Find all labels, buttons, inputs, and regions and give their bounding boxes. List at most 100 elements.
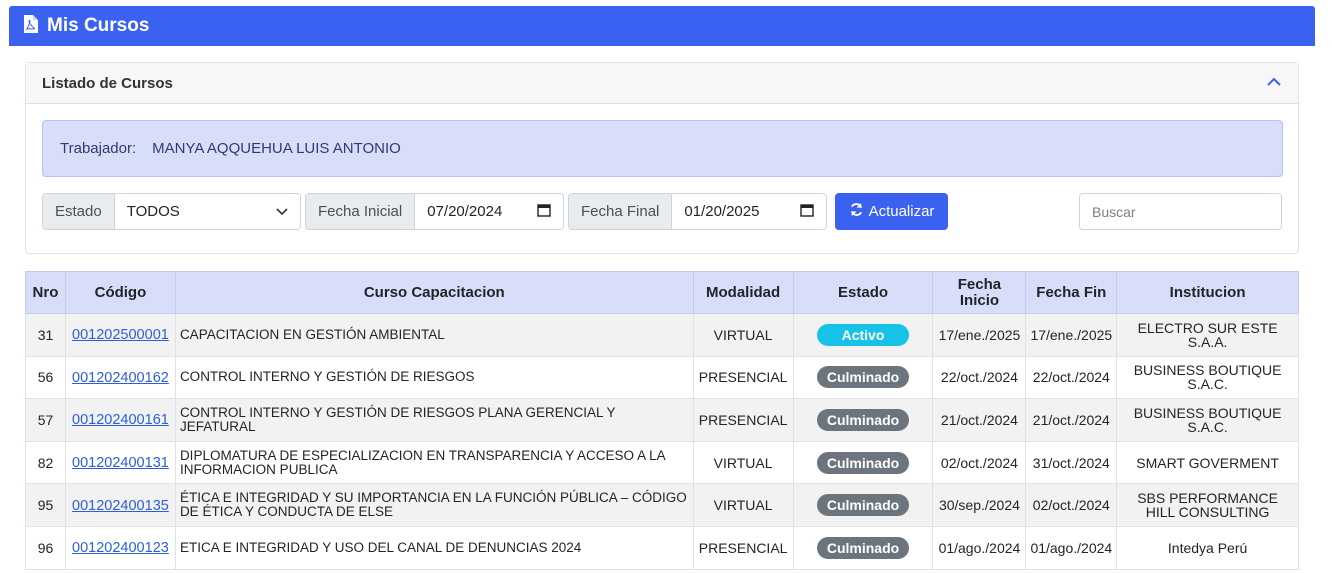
search-input[interactable] bbox=[1080, 194, 1281, 229]
estado-label: Estado bbox=[43, 194, 115, 229]
course-code-link[interactable]: 001202500001 bbox=[72, 327, 169, 343]
col-header-modalidad[interactable]: Modalidad bbox=[692, 271, 794, 314]
status-badge: Activo bbox=[817, 323, 910, 346]
courses-table: Nro Código Curso Capacitacion Modalidad … bbox=[25, 271, 1299, 570]
cell-modalidad: VIRTUAL bbox=[692, 440, 794, 485]
cell-nro: 57 bbox=[25, 398, 66, 442]
course-code-link[interactable]: 001202400162 bbox=[72, 370, 169, 386]
cell-nro: 95 bbox=[25, 483, 66, 527]
cell-fecha-inicio: 22/oct./2024 bbox=[932, 355, 1027, 400]
chevron-up-icon[interactable] bbox=[1266, 74, 1282, 92]
calendar-icon[interactable] bbox=[537, 203, 551, 221]
refresh-label: Actualizar bbox=[868, 203, 935, 220]
table-header-row: Nro Código Curso Capacitacion Modalidad … bbox=[25, 271, 1299, 314]
cell-estado: Culminado bbox=[792, 440, 934, 485]
refresh-icon bbox=[849, 202, 864, 221]
table-row: 57 001202400161 CONTROL INTERNO Y GESTIÓN … bbox=[25, 398, 1299, 442]
cell-institucion: BUSINESS BOUTIQUE S.A.C. bbox=[1116, 398, 1299, 442]
course-code-link[interactable]: 001202400131 bbox=[72, 455, 169, 471]
table-row: 82 001202400131 DIPLOMATURA DE ESPECIALIZA… bbox=[25, 440, 1299, 485]
cell-institucion: ELECTRO SUR ESTE S.A.A. bbox=[1116, 313, 1299, 357]
cell-estado: Culminado bbox=[792, 483, 934, 527]
fecha-final-input[interactable]: 01/20/2025 bbox=[672, 194, 826, 229]
cell-fecha-fin: 01/ago./2024 bbox=[1025, 525, 1118, 570]
search-group bbox=[1079, 193, 1282, 230]
page-title: Mis Cursos bbox=[47, 15, 150, 36]
fecha-final-value: 01/20/2025 bbox=[684, 203, 760, 220]
card-header: Listado de Cursos bbox=[26, 63, 1298, 104]
status-badge: Culminado bbox=[816, 408, 910, 431]
cell-institucion: BUSINESS BOUTIQUE S.A.C. bbox=[1116, 355, 1299, 400]
estado-select[interactable]: TODOS bbox=[114, 194, 300, 229]
cell-nro: 96 bbox=[25, 525, 66, 570]
cell-codigo: 001202400123 bbox=[64, 525, 176, 570]
cell-curso: ETICA E INTEGRIDAD Y USO DEL CANAL DE DE… bbox=[174, 525, 694, 570]
worker-label: Trabajador: bbox=[60, 140, 137, 157]
col-header-fecha-fin[interactable]: Fecha Fin bbox=[1025, 271, 1118, 314]
col-header-curso[interactable]: Curso Capacitacion bbox=[174, 271, 694, 314]
cell-fecha-fin: 31/oct./2024 bbox=[1025, 440, 1118, 485]
cell-fecha-inicio: 30/sep./2024 bbox=[932, 483, 1027, 527]
calendar-icon[interactable] bbox=[800, 203, 814, 221]
cell-nro: 56 bbox=[25, 355, 66, 400]
pdf-file-icon bbox=[23, 14, 39, 39]
col-header-codigo[interactable]: Código bbox=[64, 271, 176, 314]
course-code-link[interactable]: 001202400135 bbox=[72, 498, 169, 514]
cell-institucion: Intedya Perú bbox=[1116, 525, 1299, 570]
cell-modalidad: VIRTUAL bbox=[692, 313, 794, 357]
cell-modalidad: PRESENCIAL bbox=[692, 398, 794, 442]
page-header: Mis Cursos bbox=[9, 6, 1315, 46]
cell-fecha-inicio: 01/ago./2024 bbox=[932, 525, 1027, 570]
cell-codigo: 001202500001 bbox=[64, 313, 176, 357]
estado-value: TODOS bbox=[126, 203, 180, 220]
status-badge: Culminado bbox=[816, 536, 910, 559]
cell-curso: DIPLOMATURA DE ESPECIALIZACION EN TRANSP… bbox=[174, 440, 694, 485]
cell-estado: Culminado bbox=[792, 398, 934, 442]
cell-fecha-fin: 22/oct./2024 bbox=[1025, 355, 1118, 400]
cell-fecha-inicio: 21/oct./2024 bbox=[932, 398, 1027, 442]
fecha-inicial-group: Fecha Inicial 07/20/2024 bbox=[305, 193, 564, 230]
status-badge: Culminado bbox=[816, 366, 910, 389]
cell-estado: Culminado bbox=[792, 525, 934, 570]
cell-fecha-inicio: 02/oct./2024 bbox=[932, 440, 1027, 485]
fecha-final-group: Fecha Final 01/20/2025 bbox=[568, 193, 827, 230]
table-row: 56 001202400162 CONTROL INTERNO Y GESTIÓN … bbox=[25, 355, 1299, 400]
cell-fecha-fin: 02/oct./2024 bbox=[1025, 483, 1118, 527]
cell-fecha-fin: 21/oct./2024 bbox=[1025, 398, 1118, 442]
fecha-inicial-label: Fecha Inicial bbox=[306, 194, 416, 229]
refresh-button[interactable]: Actualizar bbox=[835, 193, 948, 230]
filter-bar: Estado TODOS Fecha Inicial 07/20/2024 Fe… bbox=[42, 193, 1283, 230]
col-header-institucion[interactable]: Institucion bbox=[1116, 271, 1299, 314]
filter-card: Listado de Cursos Trabajador: MANYA AQQU… bbox=[25, 62, 1299, 254]
cell-curso: CONTROL INTERNO Y GESTIÓN DE RIESGOS PLA… bbox=[174, 398, 694, 442]
estado-group: Estado TODOS bbox=[42, 193, 301, 230]
table-row: 31 001202500001 CAPACITACION EN GESTIÓN AM… bbox=[25, 313, 1299, 357]
cell-estado: Activo bbox=[792, 313, 934, 357]
col-header-nro[interactable]: Nro bbox=[25, 271, 66, 314]
cell-modalidad: PRESENCIAL bbox=[692, 355, 794, 400]
cell-codigo: 001202400131 bbox=[64, 440, 176, 485]
cell-fecha-fin: 17/ene./2025 bbox=[1025, 313, 1118, 357]
cell-codigo: 001202400135 bbox=[64, 483, 176, 527]
cell-codigo: 001202400161 bbox=[64, 398, 176, 442]
col-header-estado[interactable]: Estado bbox=[792, 271, 934, 314]
cell-institucion: SMART GOVERMENT bbox=[1116, 440, 1299, 485]
status-badge: Culminado bbox=[816, 494, 910, 517]
fecha-inicial-value: 07/20/2024 bbox=[427, 203, 503, 220]
cell-nro: 31 bbox=[25, 313, 66, 357]
worker-info: Trabajador: MANYA AQQUEHUA LUIS ANTONIO bbox=[42, 120, 1283, 177]
cell-institucion: SBS PERFORMANCE HILL CONSULTING bbox=[1116, 483, 1299, 527]
col-header-fecha-inicio[interactable]: Fecha Inicio bbox=[932, 271, 1027, 314]
fecha-inicial-input[interactable]: 07/20/2024 bbox=[415, 194, 563, 229]
cell-fecha-inicio: 17/ene./2025 bbox=[932, 313, 1027, 357]
cell-curso: CONTROL INTERNO Y GESTIÓN DE RIESGOS bbox=[174, 355, 694, 400]
cell-modalidad: PRESENCIAL bbox=[692, 525, 794, 570]
cell-estado: Culminado bbox=[792, 355, 934, 400]
course-code-link[interactable]: 001202400161 bbox=[72, 412, 169, 428]
course-code-link[interactable]: 001202400123 bbox=[72, 540, 169, 556]
cell-curso: CAPACITACION EN GESTIÓN AMBIENTAL bbox=[174, 313, 694, 357]
status-badge: Culminado bbox=[816, 451, 910, 474]
table-row: 96 001202400123 ETICA E INTEGRIDAD Y USO D… bbox=[25, 525, 1299, 570]
cell-codigo: 001202400162 bbox=[64, 355, 176, 400]
fecha-final-label: Fecha Final bbox=[569, 194, 673, 229]
